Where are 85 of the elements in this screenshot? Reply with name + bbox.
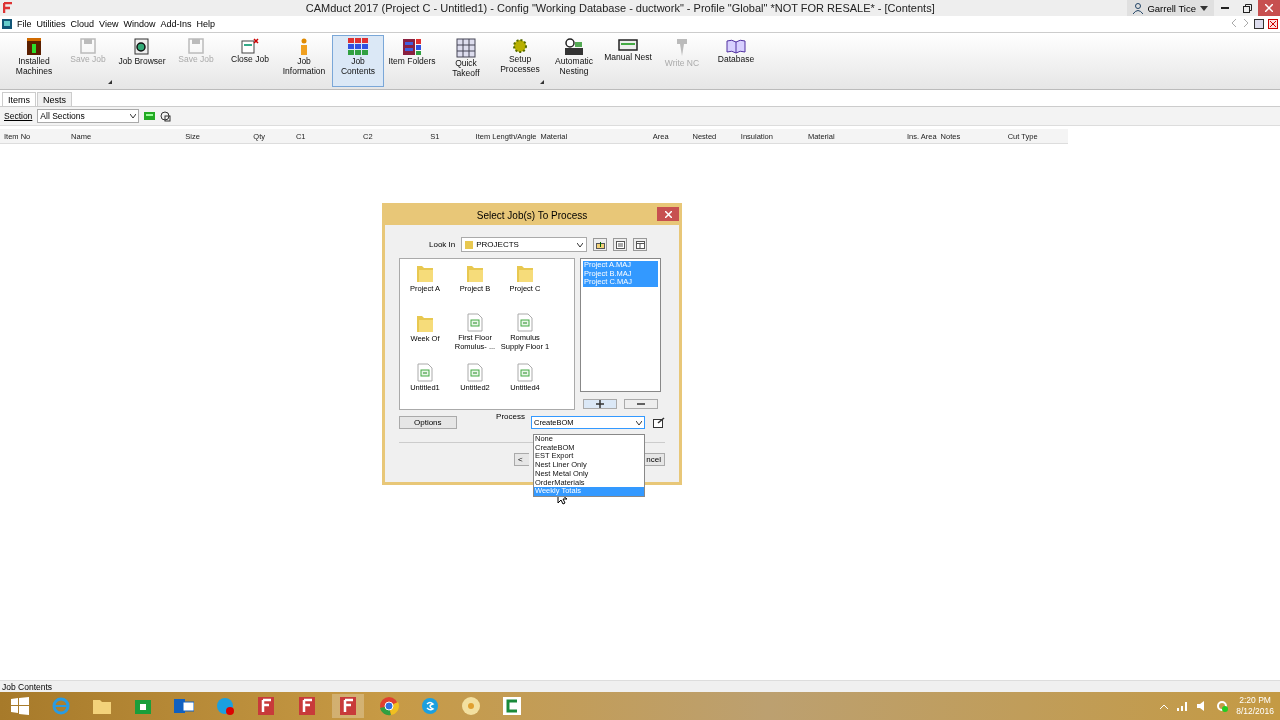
grid-icon xyxy=(348,38,368,56)
job-file-icon xyxy=(517,313,533,332)
close-job-icon xyxy=(241,38,259,54)
nesting-machine-icon xyxy=(564,38,584,56)
info-icon xyxy=(298,38,310,56)
folder-icon xyxy=(416,313,434,333)
menu-item[interactable]: Window xyxy=(123,19,156,29)
toolbar-button[interactable]: Job Browser xyxy=(116,35,168,87)
edit-process-icon[interactable] xyxy=(653,417,665,428)
user-name: Garrell Tice xyxy=(1147,2,1196,14)
plus-icon xyxy=(596,400,605,408)
folder-icon xyxy=(416,263,434,283)
chevron-up-icon[interactable] xyxy=(1160,703,1169,709)
close-icon[interactable] xyxy=(1268,19,1278,29)
toolbar-button[interactable]: Job Contents xyxy=(332,35,384,87)
folder-icon xyxy=(465,240,474,249)
list-view-button[interactable] xyxy=(613,238,628,251)
restore-icon xyxy=(1242,3,1252,13)
menu-item[interactable]: Help xyxy=(196,19,215,29)
close-icon xyxy=(664,210,672,218)
options-button[interactable]: Options xyxy=(399,416,457,429)
folders-icon xyxy=(402,38,422,56)
toolbar-button[interactable]: Item Folders xyxy=(386,35,438,87)
user-icon xyxy=(1133,2,1144,14)
menu-item[interactable]: View xyxy=(99,19,119,29)
restore-icon[interactable] xyxy=(1254,19,1264,29)
window-title: CAMduct 2017 (Project C - Untitled1) - Config "Working Database - ductwork" - Profile "Global" *NOT FOR RESALE* - [Contents] xyxy=(305,2,935,14)
app-icon[interactable] xyxy=(332,694,364,718)
close-icon xyxy=(1265,4,1273,12)
caret-icon xyxy=(130,114,137,118)
user-account[interactable]: Garrell Tice xyxy=(1127,0,1214,16)
toolbar-button[interactable]: Installed Machines xyxy=(8,35,60,87)
minimize-icon xyxy=(1221,7,1229,9)
caret-icon xyxy=(636,420,642,425)
menu-item[interactable]: Add-Ins xyxy=(160,19,192,29)
forward-icon[interactable] xyxy=(1242,19,1250,27)
app-icon xyxy=(2,19,12,29)
job-file-icon xyxy=(417,363,433,382)
magnifier-icon xyxy=(133,38,151,56)
network-icon[interactable] xyxy=(1176,700,1189,712)
add-button[interactable] xyxy=(583,399,618,409)
section-dropdown[interactable]: All Sections xyxy=(37,109,140,123)
toolbar-button[interactable]: Job Information xyxy=(278,35,330,87)
back-icon[interactable] xyxy=(1230,19,1238,27)
section-label: Section xyxy=(4,111,33,121)
close-button[interactable] xyxy=(657,207,679,221)
toolbar-button[interactable]: Quick Takeoff xyxy=(440,35,492,87)
menu-item[interactable]: File xyxy=(17,19,32,29)
job-file-icon xyxy=(467,313,483,332)
process-label: Process xyxy=(496,412,525,421)
sync-icon[interactable] xyxy=(1216,700,1229,712)
toolbar-button[interactable]: Manual Nest xyxy=(602,35,654,87)
up-folder-button[interactable] xyxy=(593,238,608,251)
status-text: Job Contents xyxy=(0,680,1280,692)
look-in-label: Look In xyxy=(429,240,456,249)
dialog-button[interactable]: < xyxy=(514,453,530,466)
tab[interactable]: Nests xyxy=(37,92,73,106)
job-file-icon xyxy=(517,363,533,382)
toolbar-button[interactable]: Setup Processes xyxy=(494,35,546,87)
gear-icon xyxy=(511,38,529,54)
machine-icon xyxy=(26,38,42,56)
dialog-title: Select Job(s) To Process xyxy=(476,210,588,221)
book-icon xyxy=(726,38,746,54)
look-in-dropdown[interactable]: PROJECTS xyxy=(461,237,588,252)
manual-nest-icon xyxy=(618,38,638,52)
filter-icon[interactable] xyxy=(160,110,172,122)
caret-icon xyxy=(577,242,584,247)
close-button[interactable] xyxy=(1258,0,1280,16)
toolbar-button[interactable]: Automatic Nesting xyxy=(548,35,600,87)
details-view-button[interactable] xyxy=(633,238,648,251)
folder-icon xyxy=(466,263,484,283)
toolbar-button[interactable]: Close Job xyxy=(224,35,276,87)
tab[interactable]: Items xyxy=(2,92,36,106)
spreadsheet-icon xyxy=(456,38,476,58)
menu-item[interactable]: Utilities xyxy=(36,19,66,29)
card-icon[interactable] xyxy=(144,112,156,120)
remove-button[interactable] xyxy=(623,399,658,409)
dialog-button[interactable]: ncel xyxy=(643,453,665,466)
toolbar-button[interactable]: Database xyxy=(710,35,762,87)
minus-icon xyxy=(636,403,645,405)
menu-item[interactable]: Cloud xyxy=(70,19,95,29)
folder-icon xyxy=(516,263,534,283)
caret-icon xyxy=(1200,5,1208,11)
app-logo-icon xyxy=(3,2,13,14)
job-file-icon xyxy=(467,363,483,382)
